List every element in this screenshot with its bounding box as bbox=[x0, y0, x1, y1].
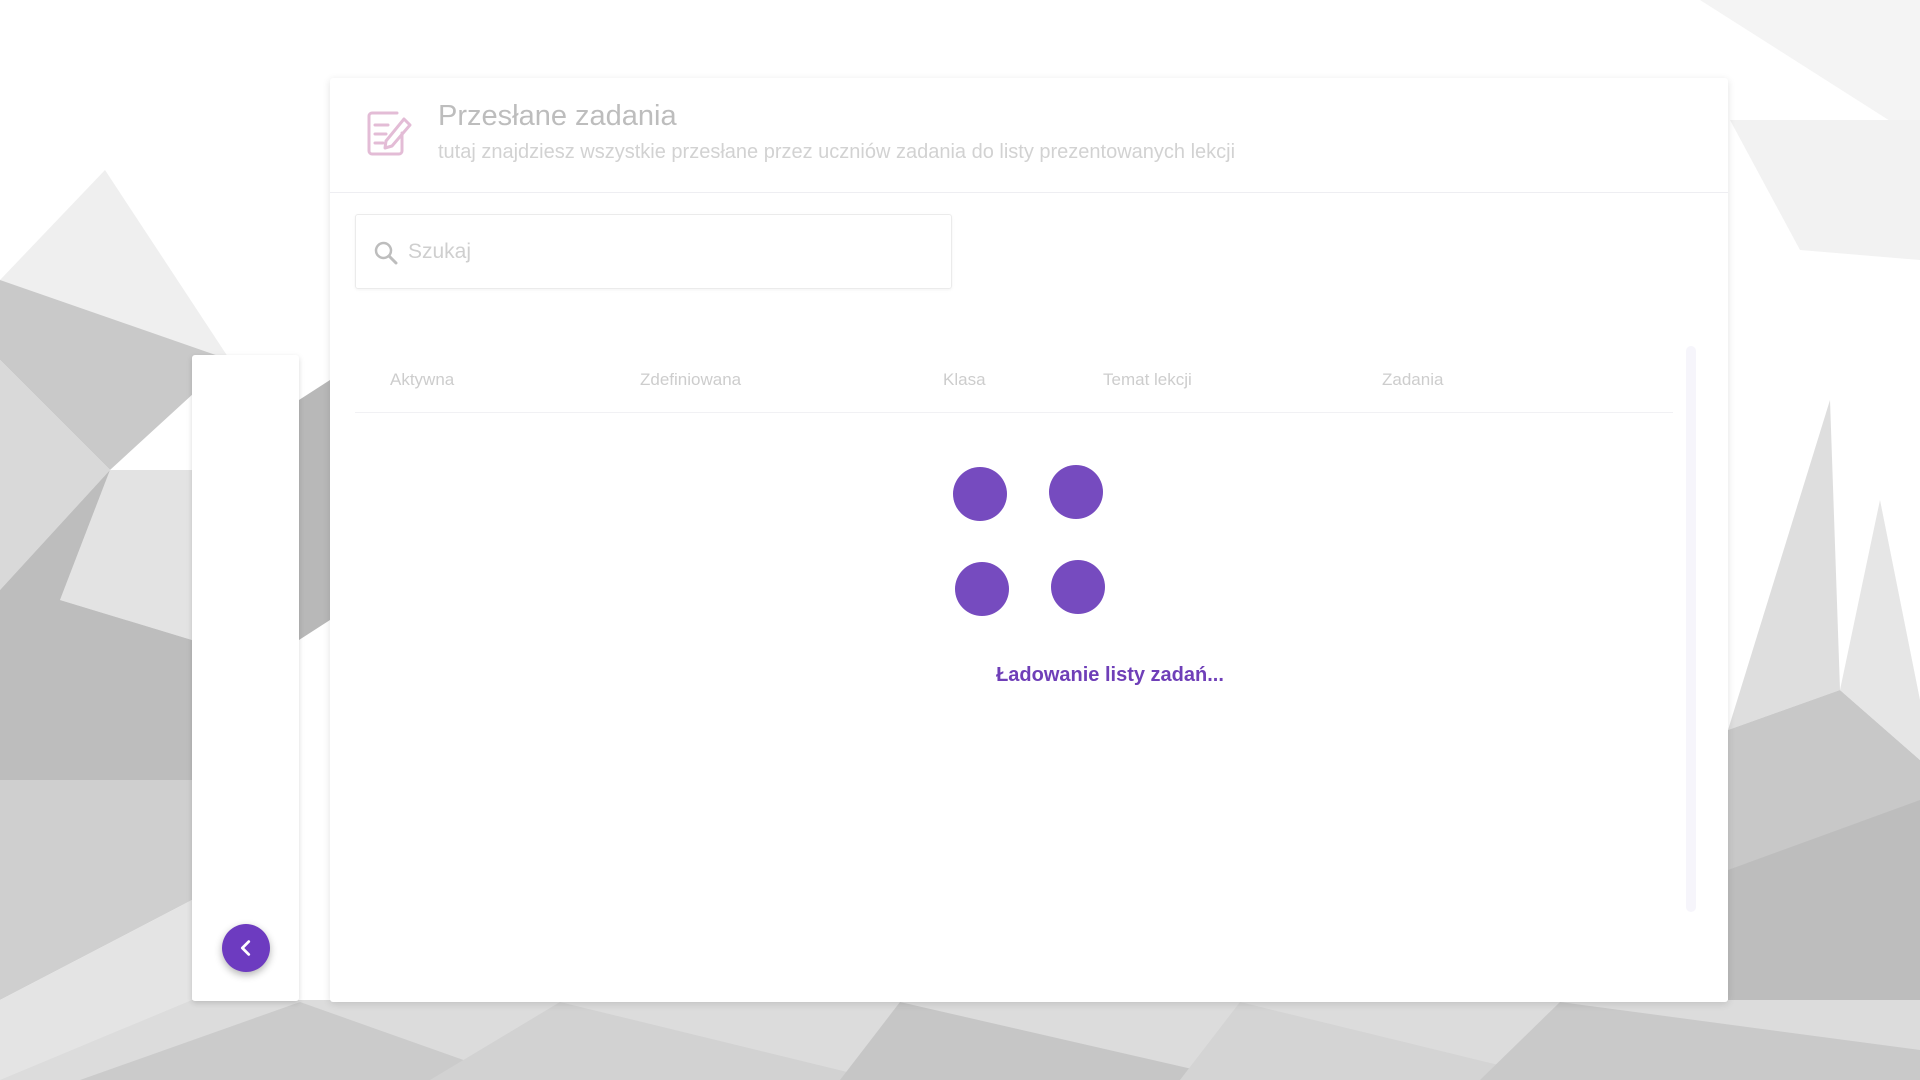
page-title: Przesłane zadania bbox=[438, 100, 677, 132]
column-header-zadania[interactable]: Zadania bbox=[1382, 370, 1443, 390]
column-header-klasa[interactable]: Klasa bbox=[943, 370, 986, 390]
table-scrollbar[interactable] bbox=[1686, 346, 1696, 912]
search-input[interactable] bbox=[406, 231, 930, 273]
loader-dot bbox=[1051, 560, 1105, 614]
column-header-aktywna[interactable]: Aktywna bbox=[390, 370, 454, 390]
page-subtitle: tutaj znajdziesz wszystkie przesłane prz… bbox=[438, 141, 1236, 163]
chevron-left-icon bbox=[240, 940, 251, 956]
table-header: Aktywna Zdefiniowana Klasa Temat lekcji … bbox=[355, 348, 1673, 413]
loading-message: Ładowanie listy zadań... bbox=[996, 664, 1224, 686]
search-box bbox=[355, 214, 952, 289]
collapse-sidebar-button[interactable] bbox=[222, 924, 270, 972]
edit-document-icon bbox=[367, 111, 412, 156]
column-header-temat-lekcji[interactable]: Temat lekcji bbox=[1103, 370, 1192, 390]
loader-dot bbox=[1049, 465, 1103, 519]
loader-dot bbox=[955, 562, 1009, 616]
submitted-tasks-card: Przesłane zadania tutaj znajdziesz wszys… bbox=[330, 78, 1728, 1002]
sidebar-panel bbox=[192, 355, 299, 1001]
column-header-zdefiniowana[interactable]: Zdefiniowana bbox=[640, 370, 741, 390]
card-header: Przesłane zadania tutaj znajdziesz wszys… bbox=[330, 78, 1728, 193]
search-icon bbox=[374, 241, 398, 265]
loader-dot bbox=[953, 467, 1007, 521]
